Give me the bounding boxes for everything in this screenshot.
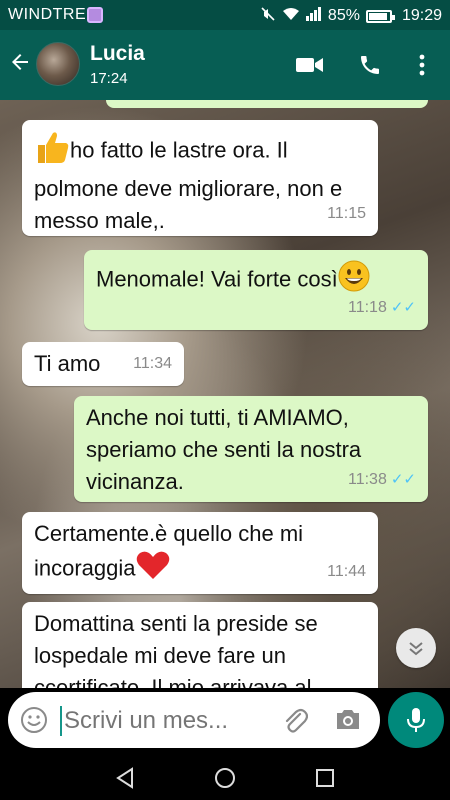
message-text: Menomale! Vai forte così <box>96 266 338 292</box>
message-time: 11:38 ✓✓ <box>348 471 416 488</box>
battery-icon <box>365 9 395 23</box>
nav-recents-icon[interactable] <box>313 766 337 790</box>
message-bubble-incoming[interactable]: Ti amo 11:34 <box>22 342 184 386</box>
message-text: Ti amo <box>34 351 101 376</box>
chat-area[interactable]: ho fatto le lastre ora. Il polmone deve … <box>0 100 450 688</box>
contact-name[interactable]: Lucia <box>90 42 145 66</box>
last-seen: 17:24 <box>90 70 128 87</box>
nav-home-icon[interactable] <box>213 766 237 790</box>
carrier-name: WINDTRE <box>8 6 87 23</box>
message-bubble-incoming[interactable]: ho fatto le lastre ora. Il polmone deve … <box>22 120 378 236</box>
emoji-icon[interactable] <box>20 706 48 739</box>
read-ticks-icon: ✓✓ <box>390 299 416 316</box>
mic-icon[interactable] <box>388 692 444 748</box>
battery-percent: 85% <box>327 7 360 24</box>
previous-message-bubble <box>106 100 428 108</box>
scroll-down-icon[interactable] <box>396 628 436 668</box>
clock: 19:29 <box>401 7 442 24</box>
sim-notification-icon <box>87 7 103 23</box>
message-time: 11:34 <box>133 355 172 372</box>
read-ticks-icon: ✓✓ <box>390 471 416 488</box>
message-text: ho fatto le lastre ora. Il polmone deve … <box>34 137 343 233</box>
nav-back-icon[interactable] <box>113 766 137 790</box>
thumbs-up-icon <box>34 130 70 173</box>
message-text: Domattina senti la preside se lospedale … <box>34 611 318 688</box>
status-bar: WINDTRE 85% 19:29 <box>0 0 450 30</box>
red-heart-icon <box>136 550 170 589</box>
message-time: 11:44 <box>327 563 366 580</box>
message-input-container <box>8 692 380 748</box>
wifi-icon <box>282 7 300 25</box>
chat-header: Lucia 17:24 <box>0 30 450 100</box>
message-input[interactable] <box>60 706 270 736</box>
camera-icon[interactable] <box>334 706 362 737</box>
attach-icon[interactable] <box>282 706 309 739</box>
avatar[interactable] <box>36 42 80 86</box>
status-icons: 85% 19:29 <box>260 6 442 26</box>
message-bubble-incoming[interactable]: Domattina senti la preside se lospedale … <box>22 602 378 688</box>
signal-icon <box>305 7 322 25</box>
message-bubble-outgoing[interactable]: Anche noi tutti, ti AMIAMO, speriamo che… <box>74 396 428 502</box>
mute-icon <box>260 6 276 26</box>
message-bubble-incoming[interactable]: Certamente.è quello che mi incoraggia 11… <box>22 512 378 594</box>
composer <box>0 688 450 754</box>
back-arrow-icon[interactable] <box>8 50 32 79</box>
message-time: 11:18 ✓✓ <box>348 299 416 316</box>
video-call-icon[interactable] <box>294 50 326 80</box>
message-bubble-outgoing[interactable]: Menomale! Vai forte così 11:18 ✓✓ <box>84 250 428 330</box>
message-time: 11:15 <box>327 205 366 222</box>
phone-icon[interactable] <box>354 50 386 80</box>
more-vert-icon[interactable] <box>406 50 438 80</box>
system-nav-bar <box>0 754 450 800</box>
message-text: Anche noi tutti, ti AMIAMO, speriamo che… <box>86 405 362 494</box>
